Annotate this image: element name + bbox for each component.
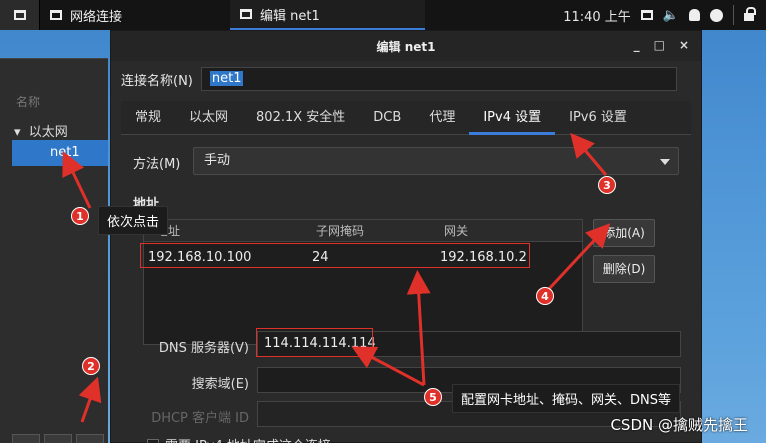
user-status-icon[interactable] [710,8,723,22]
method-label: 方法(M) [133,157,181,172]
dhcp-client-id-label: DHCP 客户端 ID [151,411,249,426]
add-button[interactable]: 添加(A) [593,219,655,247]
network-connections-window: 名称 ▾ 以太网 net1 [0,58,108,443]
highlight-dns [256,328,373,357]
taskbar-edit-net1[interactable]: 编辑 net1 [230,0,425,30]
window-icon [13,10,26,20]
require-ipv4-checkbox[interactable] [147,438,159,443]
step-badge-2: 2 [82,357,100,375]
chevron-down-icon [660,159,670,165]
column-header-netmask[interactable]: 子网掩码 [316,220,364,242]
connection-name-value: net1 [209,71,244,86]
column-header-name: 名称 [16,95,41,109]
volume-icon[interactable]: 🔈 [663,8,679,23]
settings-gear-button[interactable] [76,434,104,443]
require-ipv4-row: 需要 IPv4 地址完成这个连接 [147,435,331,443]
tab-ethernet[interactable]: 以太网 [175,101,242,135]
status-area: 11:40 上午 🔈 [563,5,766,25]
taskbar-network-connections[interactable]: 网络连接 [40,0,230,30]
window-icon [240,9,252,19]
window-icon [50,10,62,20]
tab-ipv4-settings[interactable]: IPv4 设置 [469,101,556,135]
settings-tabs: 常规 以太网 802.1X 安全性 DCB 代理 IPv4 设置 IPv6 设置 [121,101,691,135]
tooltip-click-in-order: 依次点击 [98,206,169,235]
connection-name-row: 连接名称(N) net1 [121,67,677,91]
address-table[interactable]: 地址 子网掩码 网关 192.168.10.100 24 192.168.10.… [143,219,583,345]
group-ethernet[interactable]: ▾ 以太网 [14,121,68,140]
dialog-titlebar: 编辑 net1 _ □ × [111,31,701,61]
tab-proxy[interactable]: 代理 [415,101,469,135]
screen-icon[interactable] [640,10,653,20]
add-connection-button[interactable] [12,434,40,443]
top-panel: 网络连接 编辑 net1 11:40 上午 🔈 [0,0,766,30]
tab-dcb[interactable]: DCB [359,101,415,135]
group-label: 以太网 [28,125,68,140]
tab-8021x-security[interactable]: 802.1X 安全性 [242,101,359,135]
dns-label: DNS 服务器(V) [158,341,249,356]
tab-general[interactable]: 常规 [121,101,175,135]
close-icon[interactable]: × [679,38,689,52]
delete-button[interactable]: 删除(D) [593,255,655,283]
connection-name-input[interactable]: net1 [200,67,677,91]
highlight-address-row [140,243,530,268]
divider [733,5,734,25]
step-badge-1: 1 [71,207,89,225]
search-domain-label: 搜索域(E) [191,377,249,392]
step-badge-3: 3 [598,176,616,194]
step-badge-5: 5 [424,388,442,406]
list-toolbar [12,434,104,443]
connection-name-label: 连接名称(N) [121,73,193,89]
column-header-gateway[interactable]: 网关 [444,220,468,242]
dialog-title: 编辑 net1 [376,39,436,54]
watermark: CSDN @擒贼先擒王 [610,416,748,434]
step-badge-4: 4 [536,287,554,305]
activities-button[interactable] [0,0,40,30]
address-table-header: 地址 子网掩码 网关 [144,220,582,242]
remove-connection-button[interactable] [44,434,72,443]
edit-connection-dialog: 编辑 net1 _ □ × 连接名称(N) net1 常规 以太网 802.1X… [110,30,702,443]
taskbar-label: 网络连接 [70,9,123,25]
method-dropdown[interactable]: 手动 [193,147,679,175]
minimize-icon[interactable]: _ [634,38,640,52]
connection-item-net1[interactable]: net1 [12,140,108,166]
tab-ipv6-settings[interactable]: IPv6 设置 [555,101,641,135]
taskbar-label: 编辑 net1 [260,8,320,24]
require-ipv4-label: 需要 IPv4 地址完成这个连接 [165,435,331,443]
clock[interactable]: 11:40 上午 [563,6,631,25]
notification-bell-icon[interactable] [689,9,700,21]
tooltip-configure-nic: 配置网卡地址、掩码、网关、DNS等 [452,384,680,413]
lock-icon[interactable] [744,7,756,21]
maximize-icon[interactable]: □ [654,38,665,52]
method-value: 手动 [204,153,231,168]
